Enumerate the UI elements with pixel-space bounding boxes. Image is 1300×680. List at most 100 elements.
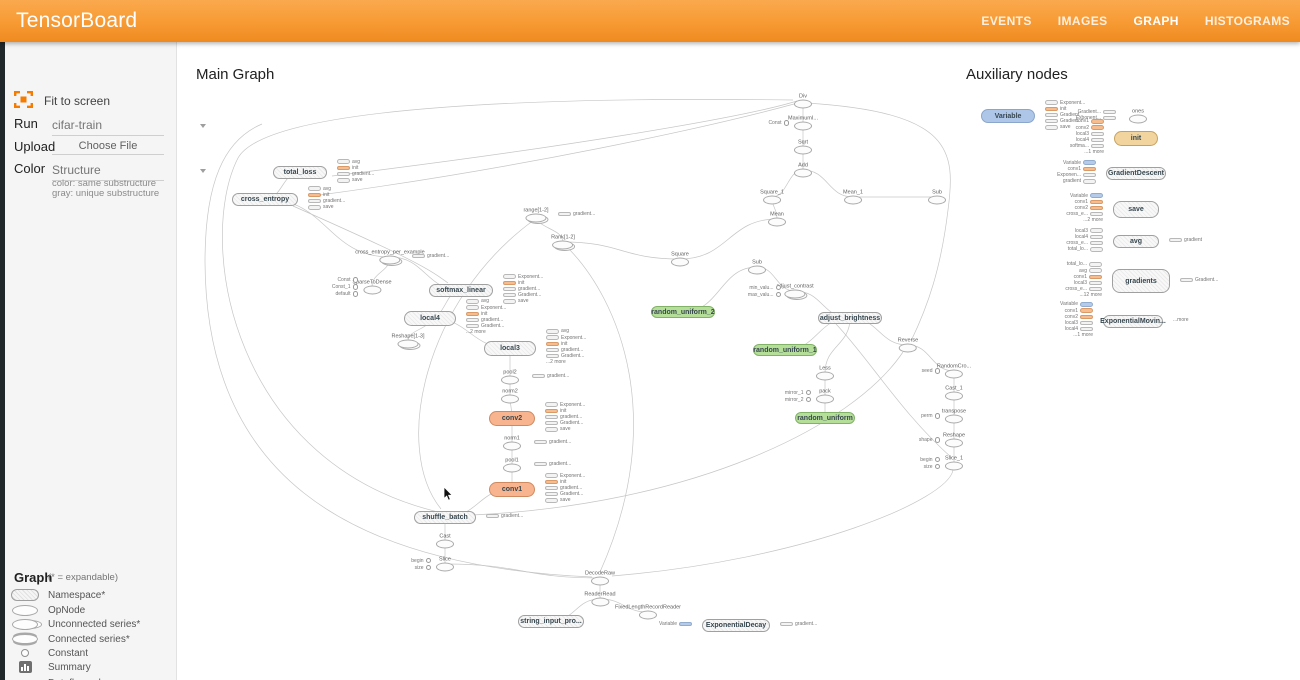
graph-node-save_aux[interactable]: save — [1113, 201, 1159, 218]
constant-node[interactable]: Const — [768, 120, 789, 126]
attached-node[interactable]: gradient — [1169, 237, 1202, 243]
graph-node-decode_raw[interactable]: DecodeRaw — [585, 571, 615, 586]
graph-node-string_input_producer[interactable]: string_input_pro... — [518, 615, 584, 628]
attached-node[interactable]: save — [503, 298, 543, 304]
constant-node[interactable]: max_valu... — [748, 292, 781, 298]
graph-node-pack[interactable]: pack — [816, 389, 834, 404]
graph-node-local3[interactable]: local3 — [484, 341, 536, 356]
tab-histograms[interactable]: HISTOGRAMS — [1205, 14, 1290, 28]
attached-node[interactable]: save — [545, 426, 585, 432]
graph-node-gradient_descent[interactable]: GradientDescent — [1106, 167, 1166, 180]
attached-node[interactable]: gradient... — [558, 211, 595, 217]
tab-graph[interactable]: GRAPH — [1134, 14, 1179, 28]
attached-node[interactable]: gradient — [1063, 178, 1096, 184]
graph-node-mean_1[interactable]: Mean_1 — [843, 190, 863, 205]
graph-node-softmax_linear[interactable]: softmax_linear — [429, 284, 493, 297]
graph-node-local4[interactable]: local4 — [404, 311, 456, 326]
graph-node-square[interactable]: Square — [671, 252, 689, 267]
graph-node-conv1[interactable]: conv1 — [489, 482, 535, 497]
graph-node-gradients_aux[interactable]: gradients — [1112, 269, 1170, 293]
graph-node-pool2[interactable]: pool2 — [501, 370, 519, 385]
constant-node[interactable]: mirror_2 — [785, 397, 811, 403]
graph-node-cast[interactable]: Cast — [436, 534, 454, 549]
constant-node[interactable]: shape — [919, 437, 940, 443]
graph-node-adjust_contrast[interactable]: adjust_contrast — [776, 284, 813, 299]
graph-node-add[interactable]: Add — [794, 163, 812, 178]
attached-node[interactable]: save — [545, 497, 585, 503]
attached-node[interactable]: gradient... — [412, 253, 449, 259]
graph-node-range_1_2[interactable]: range[1-2] — [523, 208, 548, 223]
graph-node-exp_moving[interactable]: ExponentialMovin... — [1103, 315, 1163, 328]
constant-node[interactable]: perm — [921, 413, 940, 419]
graph-node-conv2[interactable]: conv2 — [489, 411, 535, 426]
graph-node-cast_1[interactable]: Cast_1 — [945, 386, 963, 401]
graph-node-reader_read[interactable]: ReaderRead — [584, 592, 615, 607]
graph-node-norm2[interactable]: norm2 — [501, 389, 519, 404]
graph-node-exponential_decay[interactable]: ExponentialDecay — [702, 619, 770, 632]
constant-node[interactable]: min_valu... — [749, 285, 781, 291]
graph-node-sparse_to_dense[interactable]: SparseToDense — [352, 280, 391, 295]
graph-node-adjust_brightness[interactable]: adjust_brightness — [818, 312, 882, 324]
sidebar-scrollbar[interactable] — [0, 42, 5, 680]
graph-node-rank_1_2[interactable]: Rank[1-2] — [551, 235, 575, 250]
graph-node-shuffle_batch[interactable]: shuffle_batch — [414, 511, 476, 524]
graph-node-random_crop[interactable]: RandomCro... — [937, 364, 971, 379]
graph-node-reverse[interactable]: Reverse — [898, 338, 918, 353]
tab-images[interactable]: IMAGES — [1058, 14, 1108, 28]
graph-node-mean[interactable]: Mean — [768, 212, 786, 227]
attached-node[interactable]: gradient... — [486, 513, 523, 519]
graph-node-slice[interactable]: Slice — [436, 557, 454, 572]
graph-node-norm1[interactable]: norm1 — [503, 436, 521, 451]
graph-node-random_uniform_2[interactable]: random_uniform_2 — [651, 306, 715, 318]
graph-node-reshape[interactable]: Reshape — [943, 433, 965, 448]
attached-node[interactable]: save — [337, 177, 374, 183]
constant-node[interactable]: default — [335, 291, 358, 297]
graph-node-maximum[interactable]: MaximumI... — [788, 116, 818, 131]
constant-node[interactable]: begin — [920, 457, 940, 463]
attached-nodes-pool1-r: gradient... — [534, 461, 571, 467]
constant-node[interactable]: begin — [411, 558, 431, 564]
graph-node-random_uniform_1[interactable]: random_uniform_1 — [753, 344, 817, 356]
graph-node-square_1[interactable]: Square_1 — [760, 190, 784, 205]
graph-node-init_aux[interactable]: init — [1114, 131, 1158, 146]
graph-node-random_uniform[interactable]: random_uniform — [795, 412, 855, 424]
attached-node[interactable]: save — [308, 204, 345, 210]
attached-node[interactable]: total_lo... — [1068, 246, 1103, 252]
tab-events[interactable]: EVENTS — [981, 14, 1031, 28]
attached-node[interactable]: gradient... — [534, 439, 571, 445]
attached-node[interactable]: gradient... — [532, 373, 569, 379]
graph-node-sub2[interactable]: Sub — [748, 260, 766, 275]
graph-node-cross_entropy[interactable]: cross_entropy — [232, 193, 298, 206]
graph-node-div[interactable]: Div — [794, 94, 812, 109]
graph-node-transpose[interactable]: transpose — [942, 409, 966, 424]
graph-node-last[interactable]: Less — [816, 366, 834, 381]
graph-node-avg_aux[interactable]: avg — [1113, 235, 1159, 248]
attached-node[interactable]: gradient... — [534, 461, 571, 467]
color-help-text: color: same substructure gray: unique su… — [52, 179, 159, 198]
run-select-value: cifar-train — [52, 118, 102, 132]
fit-to-screen-label[interactable]: Fit to screen — [44, 94, 110, 108]
choose-file-button[interactable]: Choose File — [58, 138, 158, 154]
graph-node-reshape_1_3[interactable]: Reshape[1-3] — [391, 334, 424, 349]
constant-node[interactable]: Const — [337, 277, 358, 283]
attached-node[interactable]: Gradient... — [1180, 277, 1218, 283]
graph-node-slice_1[interactable]: Slice_1 — [945, 456, 963, 471]
attached-node-shape — [546, 354, 559, 359]
constant-node[interactable]: size — [924, 464, 940, 470]
graph-node-total_loss[interactable]: total_loss — [273, 166, 327, 179]
attached-nodes-softmax_linear-r: Exponent...initgradient...Gradient...sav… — [503, 274, 543, 305]
constant-node[interactable]: mirror_1 — [785, 390, 811, 396]
fit-to-screen-icon[interactable] — [14, 91, 33, 108]
graph-node-pool1[interactable]: pool1 — [503, 458, 521, 473]
graph-node-sub[interactable]: Sub — [928, 190, 946, 205]
constant-node[interactable]: seed — [922, 368, 940, 374]
graph-node-sqrt[interactable]: Sqrt — [794, 140, 812, 155]
attached-node[interactable]: gradient... — [780, 621, 817, 627]
run-select[interactable]: cifar-train — [52, 118, 164, 136]
graph-node-variable[interactable]: Variable — [981, 109, 1035, 123]
constant-node[interactable]: Const_1 — [332, 284, 358, 290]
attached-node[interactable]: Variable — [659, 621, 692, 627]
graph-node-fixed_length[interactable]: FixedLengthRecordReader — [615, 605, 681, 620]
constant-node[interactable]: size — [415, 565, 431, 571]
graph-node-ones[interactable]: ones — [1129, 109, 1147, 124]
